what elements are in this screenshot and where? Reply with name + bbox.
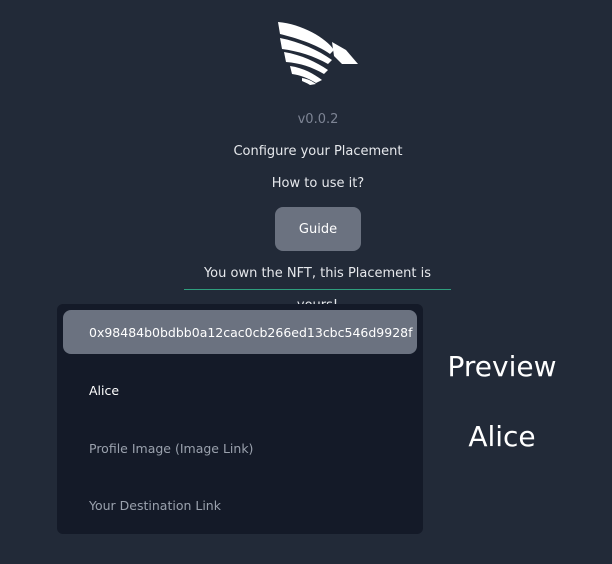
configure-heading: Configure your Placement xyxy=(233,144,403,159)
placement-form xyxy=(57,304,423,534)
destination-link-field[interactable] xyxy=(63,483,417,527)
guide-button[interactable]: Guide xyxy=(275,207,361,251)
preview-heading: Preview xyxy=(447,350,557,383)
preview-name: Alice xyxy=(468,420,536,453)
display-name-field[interactable] xyxy=(63,368,417,412)
ownership-message: You own the NFT, this Placement is yours… xyxy=(184,258,451,313)
how-to-use-label: How to use it? xyxy=(271,176,365,191)
version-label: v0.0.2 xyxy=(297,112,339,127)
wing-logo-icon xyxy=(278,22,358,85)
nft-address-field[interactable] xyxy=(63,310,417,354)
profile-image-field[interactable] xyxy=(63,426,417,470)
